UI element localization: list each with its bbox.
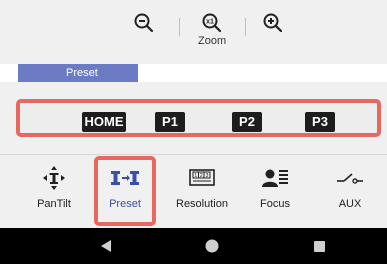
zoom-label: Zoom — [198, 35, 227, 47]
resolution-icon: 1 2 3 — [189, 169, 215, 186]
svg-text:3: 3 — [206, 173, 209, 179]
back-button[interactable] — [96, 228, 116, 264]
divider — [245, 18, 246, 36]
selected-nav-highlight — [94, 156, 156, 226]
nav-label: AUX — [338, 198, 362, 210]
zoom-out-icon — [134, 13, 154, 33]
zoom-out-button[interactable] — [133, 12, 155, 48]
focus-icon — [262, 169, 288, 187]
preset-panel: HOME P1 P2 P3 — [0, 82, 387, 154]
system-navigation-bar — [0, 228, 387, 264]
svg-text:x1: x1 — [206, 19, 214, 26]
aux-switch-icon — [337, 173, 363, 184]
nav-resolution[interactable]: 1 2 3 Resolution — [170, 155, 234, 229]
zoom-in-icon — [263, 13, 283, 33]
bottom-navigation: PanTilt Preset 1 2 3 Resolution Focus AU… — [0, 154, 387, 228]
nav-pantilt[interactable]: PanTilt — [22, 155, 86, 229]
tab-strip: Preset — [0, 64, 387, 82]
nav-label: Focus — [260, 198, 290, 210]
svg-text:1: 1 — [194, 173, 197, 179]
divider — [179, 18, 180, 36]
preset-p2-button[interactable]: P2 — [232, 112, 262, 132]
nav-label: Resolution — [176, 198, 228, 210]
preset-p1-button[interactable]: P1 — [155, 112, 185, 132]
nav-aux[interactable]: AUX — [318, 155, 382, 229]
preset-home-button[interactable]: HOME — [82, 112, 126, 132]
home-button[interactable] — [202, 228, 222, 264]
preset-button-row: HOME P1 P2 P3 — [16, 99, 381, 137]
zoom-in-button[interactable] — [262, 12, 284, 48]
zoom-toolbar: x1 Zoom — [0, 0, 387, 64]
zoom-reset-button[interactable]: x1 Zoom — [198, 12, 226, 48]
tab-preset[interactable]: Preset — [18, 64, 138, 82]
zoom-reset-icon: x1 — [202, 13, 222, 33]
svg-text:2: 2 — [200, 173, 203, 179]
nav-focus[interactable]: Focus — [243, 155, 307, 229]
back-icon — [101, 240, 111, 252]
home-icon — [205, 239, 219, 253]
preset-p3-button[interactable]: P3 — [305, 112, 335, 132]
recents-icon — [313, 240, 325, 252]
recents-button[interactable] — [309, 228, 329, 264]
nav-label: PanTilt — [37, 198, 71, 210]
pantilt-icon — [43, 166, 65, 190]
